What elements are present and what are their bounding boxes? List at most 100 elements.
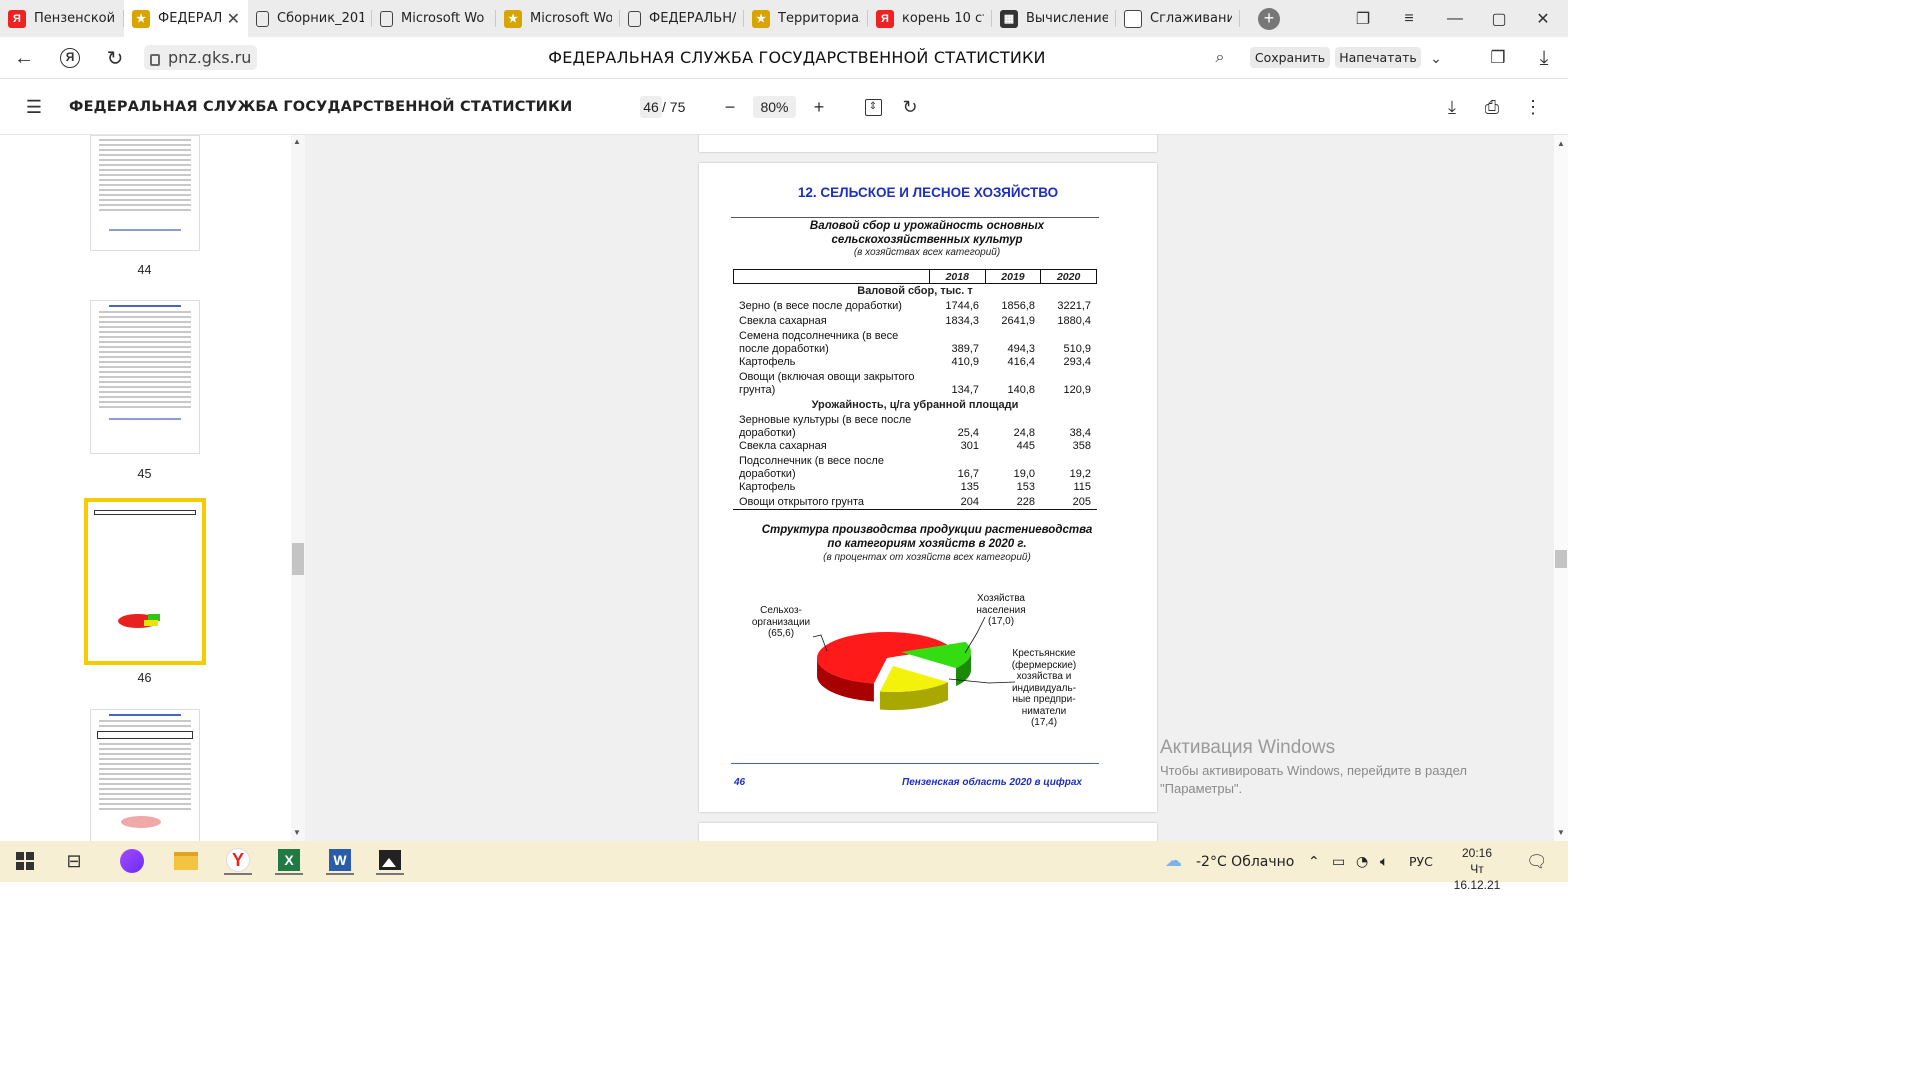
windows-start-icon[interactable] — [11, 847, 39, 875]
table-bottom-rule — [733, 509, 1097, 510]
tabs-overview-icon[interactable]: ❐ — [1340, 0, 1386, 37]
thumbnail-label: 46 — [137, 671, 152, 685]
weather-text[interactable]: -2°C Облачно — [1196, 854, 1294, 870]
browser-tab[interactable]: ФЕДЕРАЛЬН/ — [620, 0, 744, 37]
page-number-input[interactable]: 46 — [640, 96, 662, 118]
battery-icon[interactable]: ▭ — [1332, 854, 1345, 870]
new-tab-button[interactable]: + — [1258, 7, 1280, 30]
row-value: 205 — [1072, 496, 1091, 508]
excel-icon[interactable]: X — [275, 847, 303, 875]
browser-tab[interactable]: ★ Microsoft Wo — [496, 0, 620, 37]
download-icon[interactable]: ⤓ — [1530, 45, 1558, 71]
row-value: 134,7 — [951, 384, 979, 396]
pie-label: Крестьянские (фермерские) хозяйства и индив… — [999, 648, 1089, 729]
chevron-down-icon[interactable]: ⌄ — [1422, 45, 1450, 71]
row-value: 19,2 — [1069, 468, 1091, 480]
tab-title: Сборник_201 — [277, 11, 364, 26]
table-title-line2: сельскохозяйственных культур — [831, 234, 1023, 246]
row-value: 1834,3 — [945, 315, 979, 327]
year-header: 2020 — [1040, 270, 1096, 283]
table-row: Свекла сахарная 301 445 358 — [739, 440, 1091, 455]
tab-title: Пензенской о — [34, 11, 116, 26]
hamburger-icon[interactable]: ☰ — [22, 95, 46, 119]
restore-icon[interactable]: ▢ — [1476, 0, 1522, 37]
tray-chevron-icon[interactable]: ⌃ — [1308, 854, 1320, 870]
sidebar-scrollbar[interactable]: ▲ ▼ — [291, 135, 305, 841]
pie-label-line: (17,4) — [1030, 717, 1058, 728]
table-row: Свекла сахарная 1834,3 2641,9 1880,4 — [739, 315, 1091, 330]
table-row: Зерновые культуры (в весе после доработк… — [739, 414, 1091, 440]
browser-tab[interactable]: ★ ФЕДЕРАЛЬ ✕ — [124, 0, 248, 37]
browser-tab[interactable]: ★ Территориал — [744, 0, 868, 37]
table-row: Подсолнечник (в весе после доработки) 16,… — [739, 455, 1091, 481]
year-header: 2019 — [984, 270, 1041, 283]
browser-tab[interactable]: Я Пензенской о — [0, 0, 124, 37]
clock[interactable]: 20:16 Чт 16.12.21 — [1446, 845, 1508, 893]
tab-title: Сглаживание — [1150, 11, 1232, 26]
pdf-print-icon[interactable]: ⎙ — [1480, 95, 1504, 119]
browser-tab[interactable]: ▦ Вычисление — [992, 0, 1116, 37]
activation-line2: "Параметры". — [1160, 781, 1243, 796]
browser-tab[interactable]: Якорень 10 ст — [868, 0, 992, 37]
row-value: 416,4 — [1007, 356, 1035, 368]
word-icon[interactable]: W — [326, 847, 354, 875]
row-value: 2641,9 — [1001, 315, 1035, 327]
thumbnail-page-46-selected[interactable] — [84, 498, 206, 665]
row-label: Овощи (включая овощи закрытого грунта) — [739, 371, 915, 396]
pie-label: Хозяйства населения (17,0) — [961, 593, 1041, 628]
thumbnail-sidebar: 44 45 46 ▲ ▼ — [0, 135, 305, 849]
close-tab-icon[interactable]: ✕ — [227, 9, 240, 29]
row-value: 1856,8 — [1001, 300, 1035, 312]
rotate-icon[interactable]: ↻ — [898, 95, 922, 119]
browser-tab[interactable]: Сборник_201 — [248, 0, 372, 37]
yandex-browser-taskbar-icon[interactable]: Y — [224, 847, 252, 875]
bookmarks-icon[interactable]: ❒ — [1484, 45, 1512, 71]
more-options-icon[interactable]: ⋮ — [1521, 95, 1545, 119]
browser-tab[interactable]: Microsoft Wo — [372, 0, 496, 37]
zoom-in-icon[interactable]: + — [807, 95, 831, 119]
chart-subtitle: (в процентах от хозяйств всех категорий) — [823, 552, 1031, 563]
clock-time: 20:16 — [1461, 846, 1493, 860]
print-button[interactable]: Напечатать — [1335, 47, 1421, 68]
tab-title: Microsoft Wo — [401, 11, 485, 26]
footer-page-number: 46 — [734, 777, 746, 788]
generic-icon — [1124, 9, 1142, 28]
tab-title: корень 10 ст — [902, 11, 984, 26]
notifications-icon[interactable]: 🗨︎ — [1526, 852, 1548, 872]
close-window-icon[interactable]: ✕ — [1520, 0, 1566, 37]
minimize-icon[interactable]: — — [1432, 0, 1478, 37]
row-value: 445 — [1016, 440, 1035, 452]
search-icon[interactable]: ⌕ — [1206, 45, 1234, 71]
main-scrollbar[interactable]: ▲ ▼ — [1554, 135, 1568, 841]
row-value: 19,0 — [1013, 468, 1035, 480]
page-total: / 75 — [662, 99, 686, 115]
save-button[interactable]: Сохранить — [1250, 47, 1330, 68]
menu-icon[interactable]: ≡ — [1386, 0, 1432, 37]
wifi-icon[interactable]: ◔ — [1356, 854, 1368, 870]
task-view-icon[interactable]: ⊟ — [60, 847, 88, 875]
fit-page-icon[interactable]: ⇕ — [861, 95, 885, 119]
pie-label-line: Хозяйства — [977, 593, 1025, 604]
pie-label-line: Крестьянские — [1012, 648, 1076, 659]
header-label-cell — [734, 270, 929, 283]
thumbnail-page-47[interactable] — [90, 709, 200, 849]
tab-title: ФЕДЕРАЛЬ — [158, 11, 223, 26]
photos-icon[interactable] — [376, 847, 404, 875]
pdf-download-icon[interactable]: ⤓ — [1440, 95, 1464, 119]
thumbnail-label: 45 — [137, 467, 152, 481]
windows-activation-notice: Активация Windows Чтобы активировать Win… — [1160, 737, 1467, 796]
emblem-icon: ★ — [752, 9, 770, 28]
pie-label-line: организации — [751, 616, 811, 628]
previous-page — [699, 135, 1157, 152]
thumbnail-page-44[interactable] — [90, 135, 200, 251]
chart-title-line1: Структура производства продукции растени… — [761, 524, 1093, 536]
zoom-out-icon[interactable]: − — [718, 95, 742, 119]
zoom-level[interactable]: 80% — [753, 96, 796, 118]
language-indicator[interactable]: РУС — [1409, 854, 1433, 869]
browser-tab[interactable]: Сглаживание — [1116, 0, 1240, 37]
alice-assistant-icon[interactable] — [118, 847, 146, 875]
file-explorer-icon[interactable] — [172, 847, 200, 875]
thumbnail-page-45[interactable] — [90, 300, 200, 454]
row-value: 358 — [1072, 440, 1091, 452]
volume-icon[interactable]: 🔈︎ — [1380, 854, 1388, 870]
